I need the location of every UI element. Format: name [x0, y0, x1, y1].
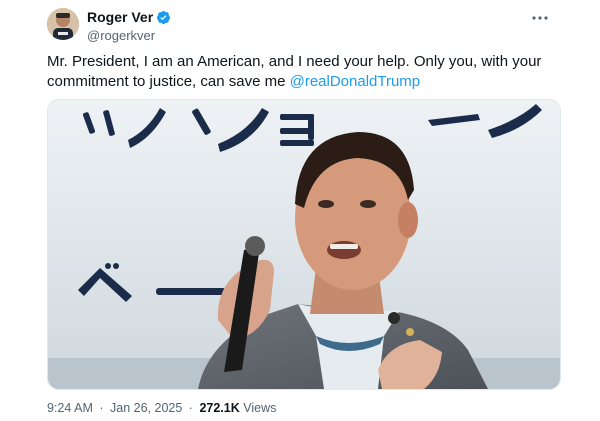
photo-speaker-image: [48, 100, 560, 389]
avatar[interactable]: [47, 8, 79, 40]
author-display-name[interactable]: Roger Ver: [87, 9, 153, 25]
meta-separator: ·: [99, 401, 104, 415]
tweet-meta: 9:24 AM · Jan 26, 2025 · 272.1K Views: [47, 401, 276, 415]
mention-link[interactable]: @realDonaldTrump: [290, 73, 421, 90]
tweet-header: Roger Ver @rogerkver: [47, 8, 580, 44]
author-names: Roger Ver @rogerkver: [87, 8, 171, 43]
verified-badge-icon: [156, 10, 171, 25]
tweet-media-photo[interactable]: [47, 99, 561, 390]
tweet-card: Roger Ver @rogerkver Mr. President, I am…: [0, 0, 600, 421]
meta-separator-2: ·: [188, 401, 193, 415]
more-horizontal-icon[interactable]: [530, 10, 550, 26]
views-count[interactable]: 272.1K: [199, 401, 239, 415]
tweet-time[interactable]: 9:24 AM: [47, 401, 93, 415]
tweet-text: Mr. President, I am an American, and I n…: [47, 52, 567, 92]
avatar-image: [47, 8, 79, 40]
views-label: Views: [243, 401, 277, 415]
tweet-date[interactable]: Jan 26, 2025: [110, 401, 182, 415]
author-handle[interactable]: @rogerkver: [87, 28, 171, 43]
